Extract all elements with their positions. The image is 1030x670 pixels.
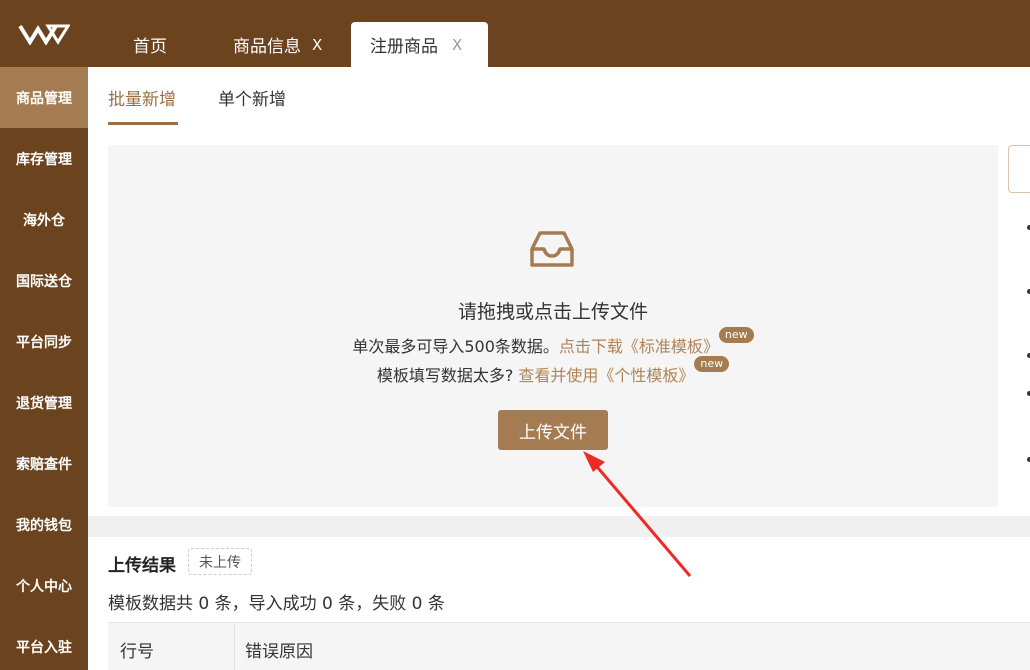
inbox-icon [530,231,574,267]
upload-result-card: 上传结果 未上传 模板数据共 0 条，导入成功 0 条，失败 0 条 行号 错误… [88,537,1030,670]
custom-template-link[interactable]: 查看并使用《个性模板》 [518,366,694,385]
tab-single-add[interactable]: 单个新增 [218,85,286,110]
sidebar-item-label: 平台入驻 [16,639,72,656]
subtab-bar: 批量新增 单个新增 [88,67,1030,125]
new-badge: new [694,356,730,372]
close-icon[interactable]: X [312,36,322,54]
sidebar-item-label: 商品管理 [16,90,72,107]
upload-hint-line-1: 单次最多可导入500条数据。点击下载《标准模板》new [108,327,998,357]
status-badge: 未上传 [188,548,252,575]
sidebar-item-label: 索赔查件 [16,456,72,473]
sidebar-item-claims[interactable]: 索赔查件 [0,433,88,494]
sidebar: 商品管理 库存管理 海外仓 国际送仓 平台同步 退货管理 索赔查件 我的钱包 个… [0,67,88,670]
result-title: 上传结果 [108,556,176,576]
sidebar-item-label: 平台同步 [16,334,72,351]
sidebar-item-label: 库存管理 [16,151,72,168]
sidebar-item-inventory[interactable]: 库存管理 [0,128,88,189]
sidebar-item-returns[interactable]: 退货管理 [0,372,88,433]
sidebar-item-personal-center[interactable]: 个人中心 [0,555,88,616]
sidebar-item-wallet[interactable]: 我的钱包 [0,494,88,555]
sidebar-item-label: 我的钱包 [16,517,72,534]
sidebar-item-label: 个人中心 [16,578,72,595]
side-help-panel [1008,145,1030,462]
download-standard-template-link[interactable]: 点击下载《标准模板》 [559,337,719,356]
result-summary: 模板数据共 0 条，导入成功 0 条，失败 0 条 [108,594,445,614]
upload-title: 请拖拽或点击上传文件 [457,301,648,323]
custom-template-question: 模板填写数据太多? [376,366,514,385]
column-divider [234,623,235,670]
sidebar-item-international-delivery[interactable]: 国际送仓 [0,250,88,311]
column-header-row-number: 行号 [120,642,154,662]
upload-dropzone[interactable]: 请拖拽或点击上传文件 单次最多可导入500条数据。点击下载《标准模板》new 模… [108,145,998,507]
sidebar-item-platform-sync[interactable]: 平台同步 [0,311,88,372]
sidebar-item-product-management[interactable]: 商品管理 [0,67,88,128]
column-header-error-reason: 错误原因 [245,642,313,662]
tab-product-info-label: 商品信息 [233,37,301,57]
error-table-header: 行号 错误原因 [108,622,1030,670]
tab-batch-add[interactable]: 批量新增 [108,85,176,110]
upload-limit-text: 单次最多可导入500条数据。 [352,337,559,356]
help-panel-tab[interactable] [1008,145,1030,193]
tab-home[interactable]: 首页 [133,22,167,67]
upload-file-button[interactable]: 上传文件 [498,410,608,450]
sidebar-item-platform-entry[interactable]: 平台入驻 [0,616,88,670]
tab-product-info[interactable]: 商品信息 X [233,22,322,67]
sidebar-item-overseas-warehouse[interactable]: 海外仓 [0,189,88,250]
tab-register-product[interactable]: 注册商品 X [351,22,488,67]
main-content: 批量新增 单个新增 请拖拽或点击上传文件 单次最多可导入500条数据。点击下载《… [88,67,1030,670]
tab-register-product-label: 注册商品 [370,37,438,57]
sidebar-item-label: 海外仓 [23,212,65,229]
close-icon[interactable]: X [452,36,462,54]
new-badge: new [718,327,754,343]
sidebar-item-label: 退货管理 [16,395,72,412]
brand-logo-icon[interactable] [0,0,88,67]
upload-card: 请拖拽或点击上传文件 单次最多可导入500条数据。点击下载《标准模板》new 模… [88,125,1030,516]
tab-home-label: 首页 [133,37,167,57]
top-bar: 首页 商品信息 X 注册商品 X [0,0,1030,67]
upload-hint-line-2: 模板填写数据太多? 查看并使用《个性模板》new [108,356,998,386]
sidebar-item-label: 国际送仓 [16,273,72,290]
